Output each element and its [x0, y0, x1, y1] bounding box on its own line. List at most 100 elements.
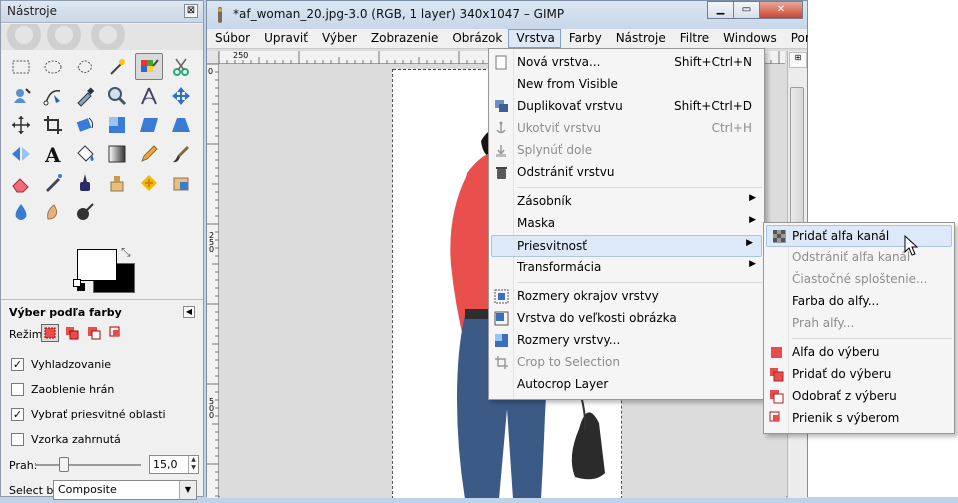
default-colors-icon[interactable]	[73, 279, 81, 287]
menuitem-alpha-3[interactable]: Farba do alfy...	[764, 291, 954, 313]
tool-text[interactable]: A	[39, 140, 67, 167]
options-menu-icon[interactable]: ◀	[183, 306, 195, 318]
perspective-icon	[172, 117, 190, 132]
tool-smudge[interactable]	[39, 198, 67, 225]
menuitem-layer-1[interactable]: New from Visible	[489, 74, 764, 96]
smudge-icon	[47, 203, 58, 220]
tool-align[interactable]	[7, 111, 35, 138]
submenu-arrow-icon: ▶	[749, 259, 756, 269]
tool-paths[interactable]	[39, 82, 67, 109]
vertical-ruler[interactable]: 0 250 500	[207, 64, 219, 498]
tool-ellipse-select[interactable]	[39, 53, 67, 80]
mode-subtract-button[interactable]	[85, 324, 103, 342]
tool-scissors[interactable]	[167, 53, 195, 80]
menuitem-layer-5[interactable]: Odstrániť vrstvu	[489, 162, 764, 184]
antialias-checkbox[interactable]: ✓	[11, 358, 24, 371]
tool-zoom[interactable]	[103, 82, 131, 109]
menuitem-layer-0[interactable]: Nová vrstva... Shift+Ctrl+N	[489, 52, 764, 74]
mode-replace-button[interactable]	[41, 324, 59, 342]
menuitem-layer-2[interactable]: Duplikovať vrstvu Shift+Ctrl+D	[489, 96, 764, 118]
tool-foreground-select[interactable]	[7, 82, 35, 109]
submenu-arrow-icon: ▶	[749, 215, 756, 225]
menuitem-layer-sub-3[interactable]: Transformácia ▶	[489, 257, 764, 279]
zoom-icon	[108, 86, 127, 105]
menuitem-layer-size-4[interactable]: Autocrop Layer	[489, 374, 764, 396]
menuitem-layer-sub-1[interactable]: Maska ▶	[489, 213, 764, 235]
menu-9[interactable]: Windows	[715, 29, 783, 48]
color-area[interactable]: ⤡	[73, 245, 139, 295]
tool-fuzzy-select[interactable]	[103, 53, 131, 80]
tool-flip[interactable]	[7, 140, 35, 167]
threshold-slider-track[interactable]	[35, 464, 141, 466]
swap-colors-icon[interactable]: ⤡	[121, 245, 131, 260]
tool-shear[interactable]	[135, 111, 163, 138]
navigate-icon[interactable]: ⊞	[789, 52, 807, 68]
menuitem-alpha-sel-0[interactable]: Alfa do výberu	[764, 342, 954, 364]
tool-heal[interactable]	[135, 169, 163, 196]
menu-2[interactable]: Výber	[314, 29, 363, 48]
feather-checkbox[interactable]	[11, 383, 24, 396]
menuitem-layer-3: Ukotviť vrstvu Ctrl+H	[489, 118, 764, 140]
tool-move[interactable]	[167, 82, 195, 109]
spin-arrows-icon[interactable]: ▲ ▼	[188, 456, 198, 473]
tool-measure[interactable]	[135, 82, 163, 109]
menuitem-alpha-sel-3[interactable]: Prienik s výberom	[764, 408, 954, 430]
tool-airbrush[interactable]	[39, 169, 67, 196]
menuitem-alpha-sel-1[interactable]: Pridať do výberu	[764, 364, 954, 386]
tool-eraser[interactable]	[7, 169, 35, 196]
mode-add-button[interactable]	[63, 324, 81, 342]
menu-8[interactable]: Filtre	[672, 29, 715, 48]
tool-select-by-color[interactable]	[135, 53, 163, 80]
tool-dodge-burn[interactable]	[71, 198, 99, 225]
select-by-dropdown[interactable]: Composite ▼	[53, 480, 197, 500]
minimize-button[interactable]: ▁	[707, 1, 733, 19]
tool-rect-select[interactable]	[7, 53, 35, 80]
menuitem-alpha-0[interactable]: Pridať alfa kanál	[766, 225, 952, 247]
tool-pencil[interactable]	[135, 140, 163, 167]
tool-perspective-clone[interactable]	[167, 169, 195, 196]
tool-scale[interactable]	[103, 111, 131, 138]
menuitem-alpha-sel-2[interactable]: Odobrať z výberu	[764, 386, 954, 408]
menu-4[interactable]: Obrázok	[444, 29, 508, 48]
tool-blend[interactable]	[103, 140, 131, 167]
menu-3[interactable]: Zobrazenie	[363, 29, 444, 48]
menuitem-label: Maska	[517, 216, 556, 230]
sample-merged-checkbox[interactable]	[11, 433, 24, 446]
mode-intersect-button[interactable]	[107, 324, 125, 342]
tool-ink[interactable]	[71, 169, 99, 196]
menuitem-layer-size-0[interactable]: Rozmery okrajov vrstvy	[489, 286, 764, 308]
tool-color-picker[interactable]	[71, 82, 99, 109]
tool-rotate[interactable]	[71, 111, 99, 138]
menuitem-layer-size-1[interactable]: Vrstva do veľkosti obrázka	[489, 308, 764, 330]
tool-free-select[interactable]	[71, 53, 99, 80]
menu-0[interactable]: Súbor	[207, 29, 256, 48]
shortcut-label: Shift+Ctrl+D	[674, 99, 752, 113]
maximize-button[interactable]: ▭	[733, 1, 759, 19]
close-window-button[interactable]: ✕	[759, 1, 803, 19]
transparent-checkbox[interactable]: ✓	[11, 408, 24, 421]
tool-blur[interactable]	[7, 198, 35, 225]
menuitem-layer-size-3: Crop to Selection	[489, 352, 764, 374]
ruler-corner[interactable]	[207, 51, 219, 64]
tool-bucket-fill[interactable]	[71, 140, 99, 167]
dropdown-arrow-icon[interactable]: ▼	[179, 481, 196, 499]
menu-7[interactable]: Nástroje	[608, 29, 672, 48]
menuitem-label: Rozmery okrajov vrstvy	[517, 289, 659, 303]
heal-icon	[141, 174, 157, 191]
menuitem-layer-sub-2[interactable]: Priesvitnosť ▶	[491, 235, 762, 257]
tool-paintbrush[interactable]	[167, 140, 195, 167]
menu-5[interactable]: Vrstva	[508, 29, 561, 48]
threshold-slider-thumb[interactable]	[59, 457, 70, 472]
menu-1[interactable]: Upraviť	[256, 29, 314, 48]
layer-to-image-icon	[494, 311, 509, 326]
menuitem-label: Odstrániť vrstvu	[517, 165, 615, 179]
menu-6[interactable]: Farby	[561, 29, 608, 48]
tool-crop[interactable]	[39, 111, 67, 138]
tool-perspective[interactable]	[167, 111, 195, 138]
menuitem-layer-size-2[interactable]: Rozmery vrstvy...	[489, 330, 764, 352]
tool-clone[interactable]	[103, 169, 131, 196]
toolbox-close-button[interactable]: ⊠	[184, 4, 198, 18]
threshold-input[interactable]: 15,0 ▲ ▼	[149, 455, 199, 474]
foreground-color[interactable]	[77, 249, 117, 281]
menuitem-layer-sub-0[interactable]: Zásobník ▶	[489, 191, 764, 213]
